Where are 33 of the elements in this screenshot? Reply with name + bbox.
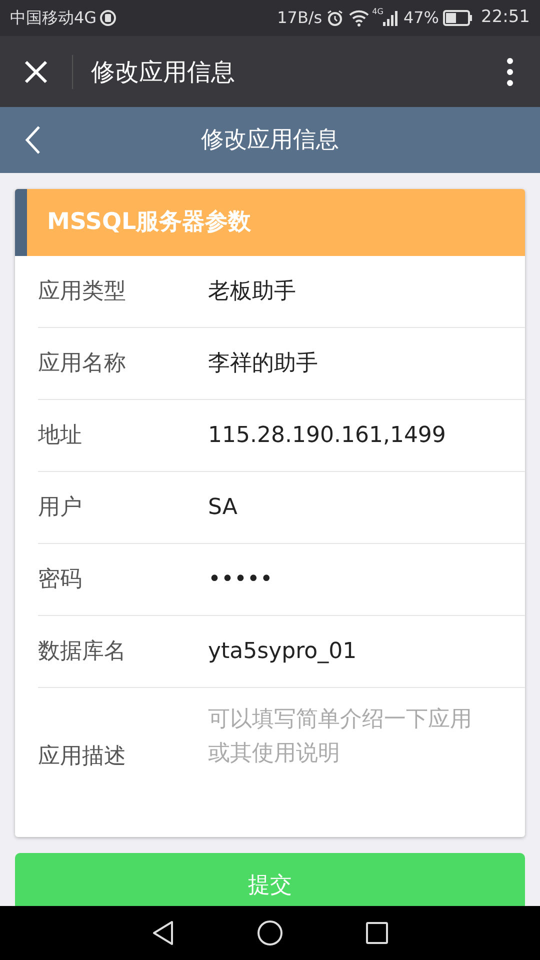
input-field[interactable]: ••••• — [208, 563, 525, 596]
home-nav-icon[interactable] — [257, 920, 283, 946]
page-title: 修改应用信息 — [201, 126, 339, 155]
input-field[interactable]: 李祥的助手 — [208, 347, 525, 380]
notification-icon — [98, 9, 117, 27]
description-field[interactable]: 可以填写简单介绍一下应用或其使用说明 — [208, 702, 489, 770]
field-label: 地址 — [38, 422, 83, 450]
back-nav-icon[interactable] — [151, 920, 175, 946]
network-speed: 17B/s — [277, 7, 322, 29]
input-field[interactable]: 115.28.190.161,1499 — [208, 419, 525, 452]
battery-icon — [443, 10, 473, 26]
field-label: 密码 — [38, 566, 83, 594]
input-field[interactable]: yta5sypro_01 — [208, 635, 525, 668]
window-title: 修改应用信息 — [91, 56, 236, 88]
network-type: 4G — [372, 6, 384, 18]
back-icon — [25, 125, 41, 155]
close-icon — [24, 60, 48, 84]
field-label: 用户 — [38, 494, 83, 522]
field-label: 应用名称 — [38, 350, 127, 378]
field-label: 数据库名 — [38, 638, 127, 666]
field-label: 应用描述 — [38, 743, 127, 771]
recents-nav-icon[interactable] — [365, 921, 389, 945]
clock: 22:51 — [481, 6, 530, 30]
battery-percent: 47% — [403, 7, 439, 29]
input-field[interactable]: SA — [208, 491, 525, 524]
section-title: MSSQL服务器参数 — [47, 208, 252, 238]
wifi-icon — [348, 9, 370, 27]
signal-icon — [383, 9, 400, 27]
field-label: 应用类型 — [38, 278, 127, 306]
input-field[interactable]: 老板助手 — [208, 275, 525, 308]
more-icon — [507, 58, 513, 86]
alarm-icon — [326, 9, 344, 27]
carrier-text: 中国移动4G — [10, 7, 97, 29]
